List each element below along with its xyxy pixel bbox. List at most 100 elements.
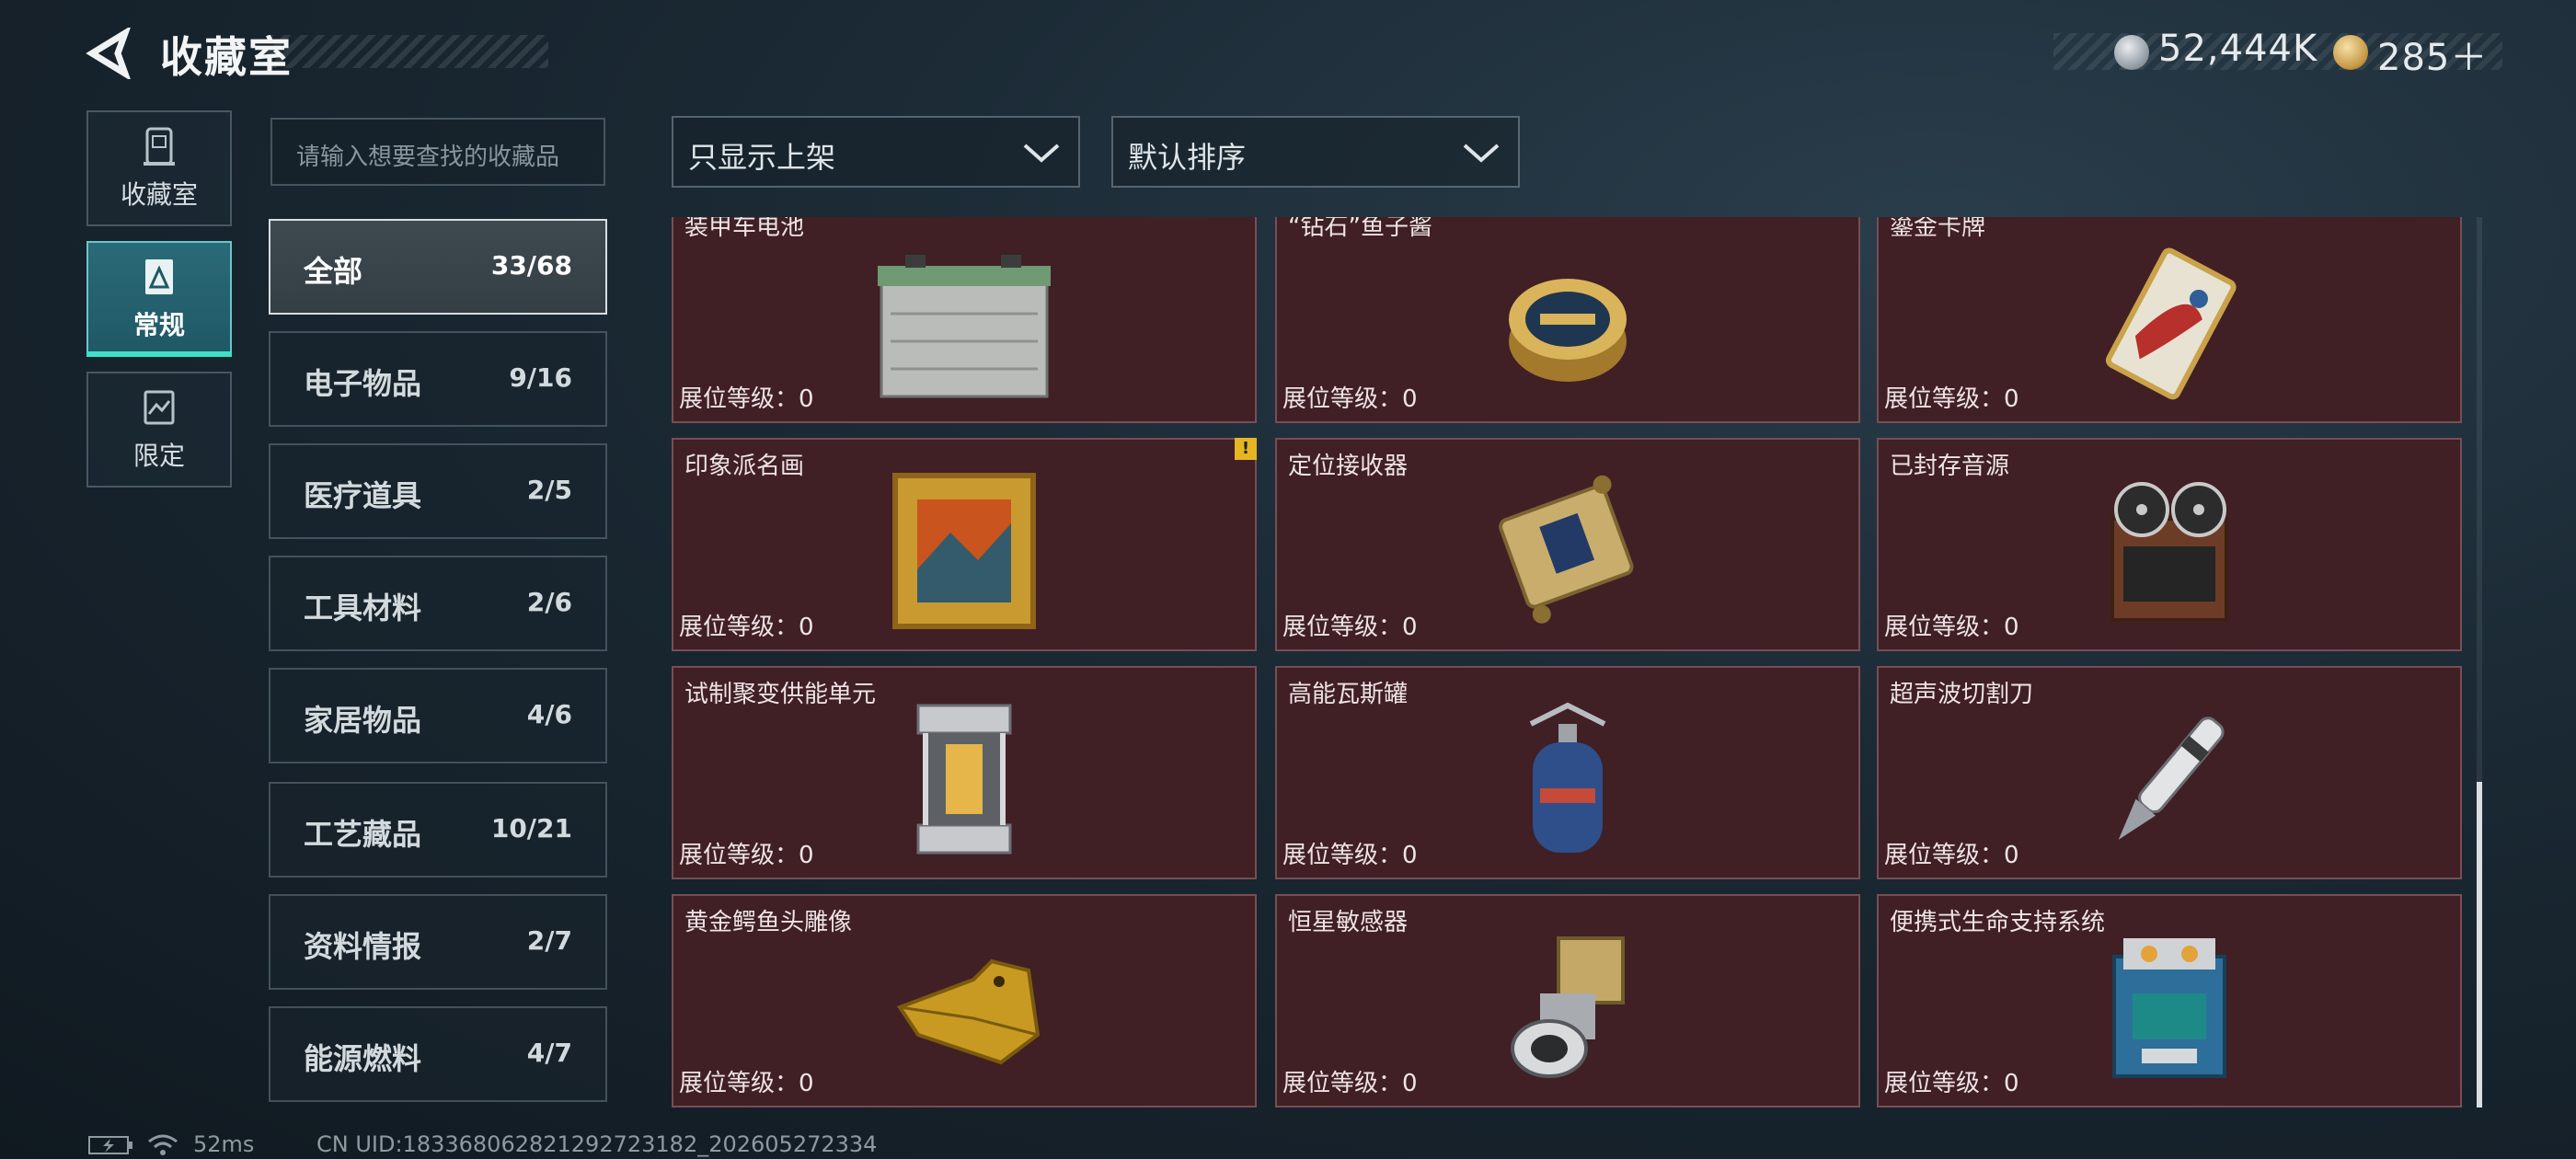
tab-label: 常规 <box>132 310 185 340</box>
item-name: “钻石”鱼子酱 <box>1288 217 1432 241</box>
item-card-fusion-power-unit[interactable]: 试制聚变供能单元 展位等级：0 <box>672 666 1257 879</box>
silver-currency-amount: 52,444K <box>2158 28 2318 70</box>
category-tools[interactable]: 工具材料 2/6 <box>269 556 607 651</box>
gilded-card-icon <box>2105 247 2237 400</box>
item-name: 鎏金卡牌 <box>1890 217 1986 241</box>
tab-regular[interactable]: 常规 <box>86 241 232 357</box>
limited-icon <box>144 390 175 425</box>
gold-currency-amount[interactable]: 285＋ <box>2377 28 2488 81</box>
ping-latency: 52ms <box>193 1131 255 1157</box>
category-count: 2/6 <box>526 587 572 617</box>
category-name: 医疗道具 <box>304 478 422 513</box>
category-count: 2/7 <box>526 925 572 956</box>
shelf-filter-dropdown[interactable]: 只显示上架 <box>672 116 1080 188</box>
item-level: 展位等级：0 <box>1884 842 2019 869</box>
item-level: 展位等级：0 <box>679 1070 814 1097</box>
category-count: 9/16 <box>509 362 572 393</box>
category-count: 33/68 <box>490 250 572 281</box>
golden-crocodile-head-icon <box>896 958 1041 1065</box>
sort-dropdown[interactable]: 默认排序 <box>1111 116 1520 188</box>
item-level: 展位等级：0 <box>1282 842 1418 869</box>
item-level: 展位等级：0 <box>1282 385 1418 413</box>
category-medical[interactable]: 医疗道具 2/5 <box>269 443 607 539</box>
item-level: 展位等级：0 <box>679 842 814 869</box>
item-name: 恒星敏感器 <box>1288 909 1409 936</box>
item-card-armored-battery[interactable]: 装甲车电池 展位等级：0 <box>672 217 1257 423</box>
wifi-icon <box>148 1134 178 1155</box>
chevron-down-icon <box>1023 143 1060 163</box>
item-card-ultrasonic-cutter[interactable]: 超声波切割刀 展位等级：0 <box>1877 666 2462 879</box>
dropdown-value: 只显示上架 <box>688 140 836 175</box>
life-support-system-icon <box>2112 938 2226 1078</box>
regular-icon <box>145 259 173 294</box>
item-level: 展位等级：0 <box>1884 1070 2019 1097</box>
item-name: 定位接收器 <box>1288 453 1409 480</box>
item-name: 超声波切割刀 <box>1890 681 2034 708</box>
category-name: 工具材料 <box>304 591 422 625</box>
item-card-impressionist-painting[interactable]: ! 印象派名画 展位等级：0 <box>672 438 1257 651</box>
item-card-sealed-audio[interactable]: 已封存音源 展位等级：0 <box>1877 438 2462 651</box>
category-energy[interactable]: 能源燃料 4/7 <box>269 1006 607 1102</box>
item-name: 试制聚变供能单元 <box>684 681 877 708</box>
category-name: 能源燃料 <box>304 1041 422 1076</box>
item-level: 展位等级：0 <box>1282 1070 1418 1097</box>
item-card-locator-receiver[interactable]: 定位接收器 展位等级：0 <box>1275 438 1860 651</box>
tab-limited[interactable]: 限定 <box>86 372 232 488</box>
category-electronics[interactable]: 电子物品 9/16 <box>269 331 607 427</box>
item-name: 黄金鳄鱼头雕像 <box>684 909 853 936</box>
caviar-tin-icon <box>1509 279 1627 382</box>
locator-receiver-icon <box>1499 475 1634 624</box>
item-name: 装甲车电池 <box>684 217 805 241</box>
item-grid: 装甲车电池 展位等级：0 “钻石”鱼子酱 展位等级：0 鎏金卡牌 展位等级：0 … <box>672 217 2466 1107</box>
tab-label: 收藏室 <box>120 179 198 210</box>
ultrasonic-knife-icon <box>2118 717 2225 840</box>
category-crafts[interactable]: 工艺藏品 10/21 <box>269 782 607 878</box>
category-count: 4/6 <box>526 699 572 729</box>
item-name: 便携式生命支持系统 <box>1890 909 2106 936</box>
gold-coin-icon <box>2333 35 2368 70</box>
item-name: 印象派名画 <box>684 453 805 480</box>
category-name: 家居物品 <box>304 703 422 738</box>
category-all[interactable]: 全部 33/68 <box>269 219 607 315</box>
item-level: 展位等级：0 <box>1884 614 2019 641</box>
item-level: 展位等级：0 <box>679 385 814 413</box>
item-card-gas-canister[interactable]: 高能瓦斯罐 展位等级：0 <box>1275 666 1860 879</box>
framed-painting-icon <box>892 473 1036 629</box>
category-count: 10/21 <box>490 813 572 843</box>
warning-badge: ! <box>1235 438 1257 460</box>
category-name: 全部 <box>304 254 363 289</box>
back-button[interactable] <box>85 25 136 82</box>
category-intel[interactable]: 资料情报 2/7 <box>269 894 607 990</box>
tab-label: 限定 <box>132 441 185 471</box>
dropdown-value: 默认排序 <box>1128 140 1247 175</box>
category-name: 工艺藏品 <box>304 817 422 852</box>
chevron-down-icon <box>1463 143 1500 163</box>
fusion-cell-icon <box>916 704 1012 855</box>
reel-to-reel-recorder-icon <box>2110 482 2228 622</box>
page-title: 收藏室 <box>160 32 293 82</box>
back-arrow-icon <box>86 25 132 82</box>
category-count: 2/5 <box>526 475 572 505</box>
grid-scrollbar-thumb[interactable] <box>2477 782 2482 1107</box>
item-level: 展位等级：0 <box>1282 614 1418 641</box>
gas-canister-icon <box>1529 702 1606 853</box>
item-level: 展位等级：0 <box>1884 385 2019 413</box>
category-name: 资料情报 <box>304 929 422 964</box>
item-card-golden-crocodile[interactable]: 黄金鳄鱼头雕像 展位等级：0 <box>672 894 1257 1107</box>
search-input[interactable]: 请输入想要查找的收藏品 <box>270 118 605 186</box>
item-level: 展位等级：0 <box>679 614 814 641</box>
battery-charging-icon <box>88 1136 132 1154</box>
tab-collection-room[interactable]: 收藏室 <box>86 110 232 226</box>
star-sensor-icon <box>1511 936 1625 1078</box>
collection-room-icon <box>144 127 175 166</box>
item-card-diamond-caviar[interactable]: “钻石”鱼子酱 展位等级：0 <box>1275 217 1860 423</box>
silver-coin-icon <box>2114 35 2149 70</box>
item-name: 高能瓦斯罐 <box>1288 681 1409 708</box>
category-name: 电子物品 <box>304 366 422 401</box>
item-card-star-sensor[interactable]: 恒星敏感器 展位等级：0 <box>1275 894 1860 1107</box>
item-card-portable-life-support[interactable]: 便携式生命支持系统 展位等级：0 <box>1877 894 2462 1107</box>
user-uid: CN UID:18336806282129272318​2_2026052723… <box>316 1131 878 1157</box>
item-card-gilded-card[interactable]: 鎏金卡牌 展位等级：0 <box>1877 217 2462 423</box>
category-household[interactable]: 家居物品 4/6 <box>269 668 607 763</box>
car-battery-icon <box>878 255 1051 398</box>
